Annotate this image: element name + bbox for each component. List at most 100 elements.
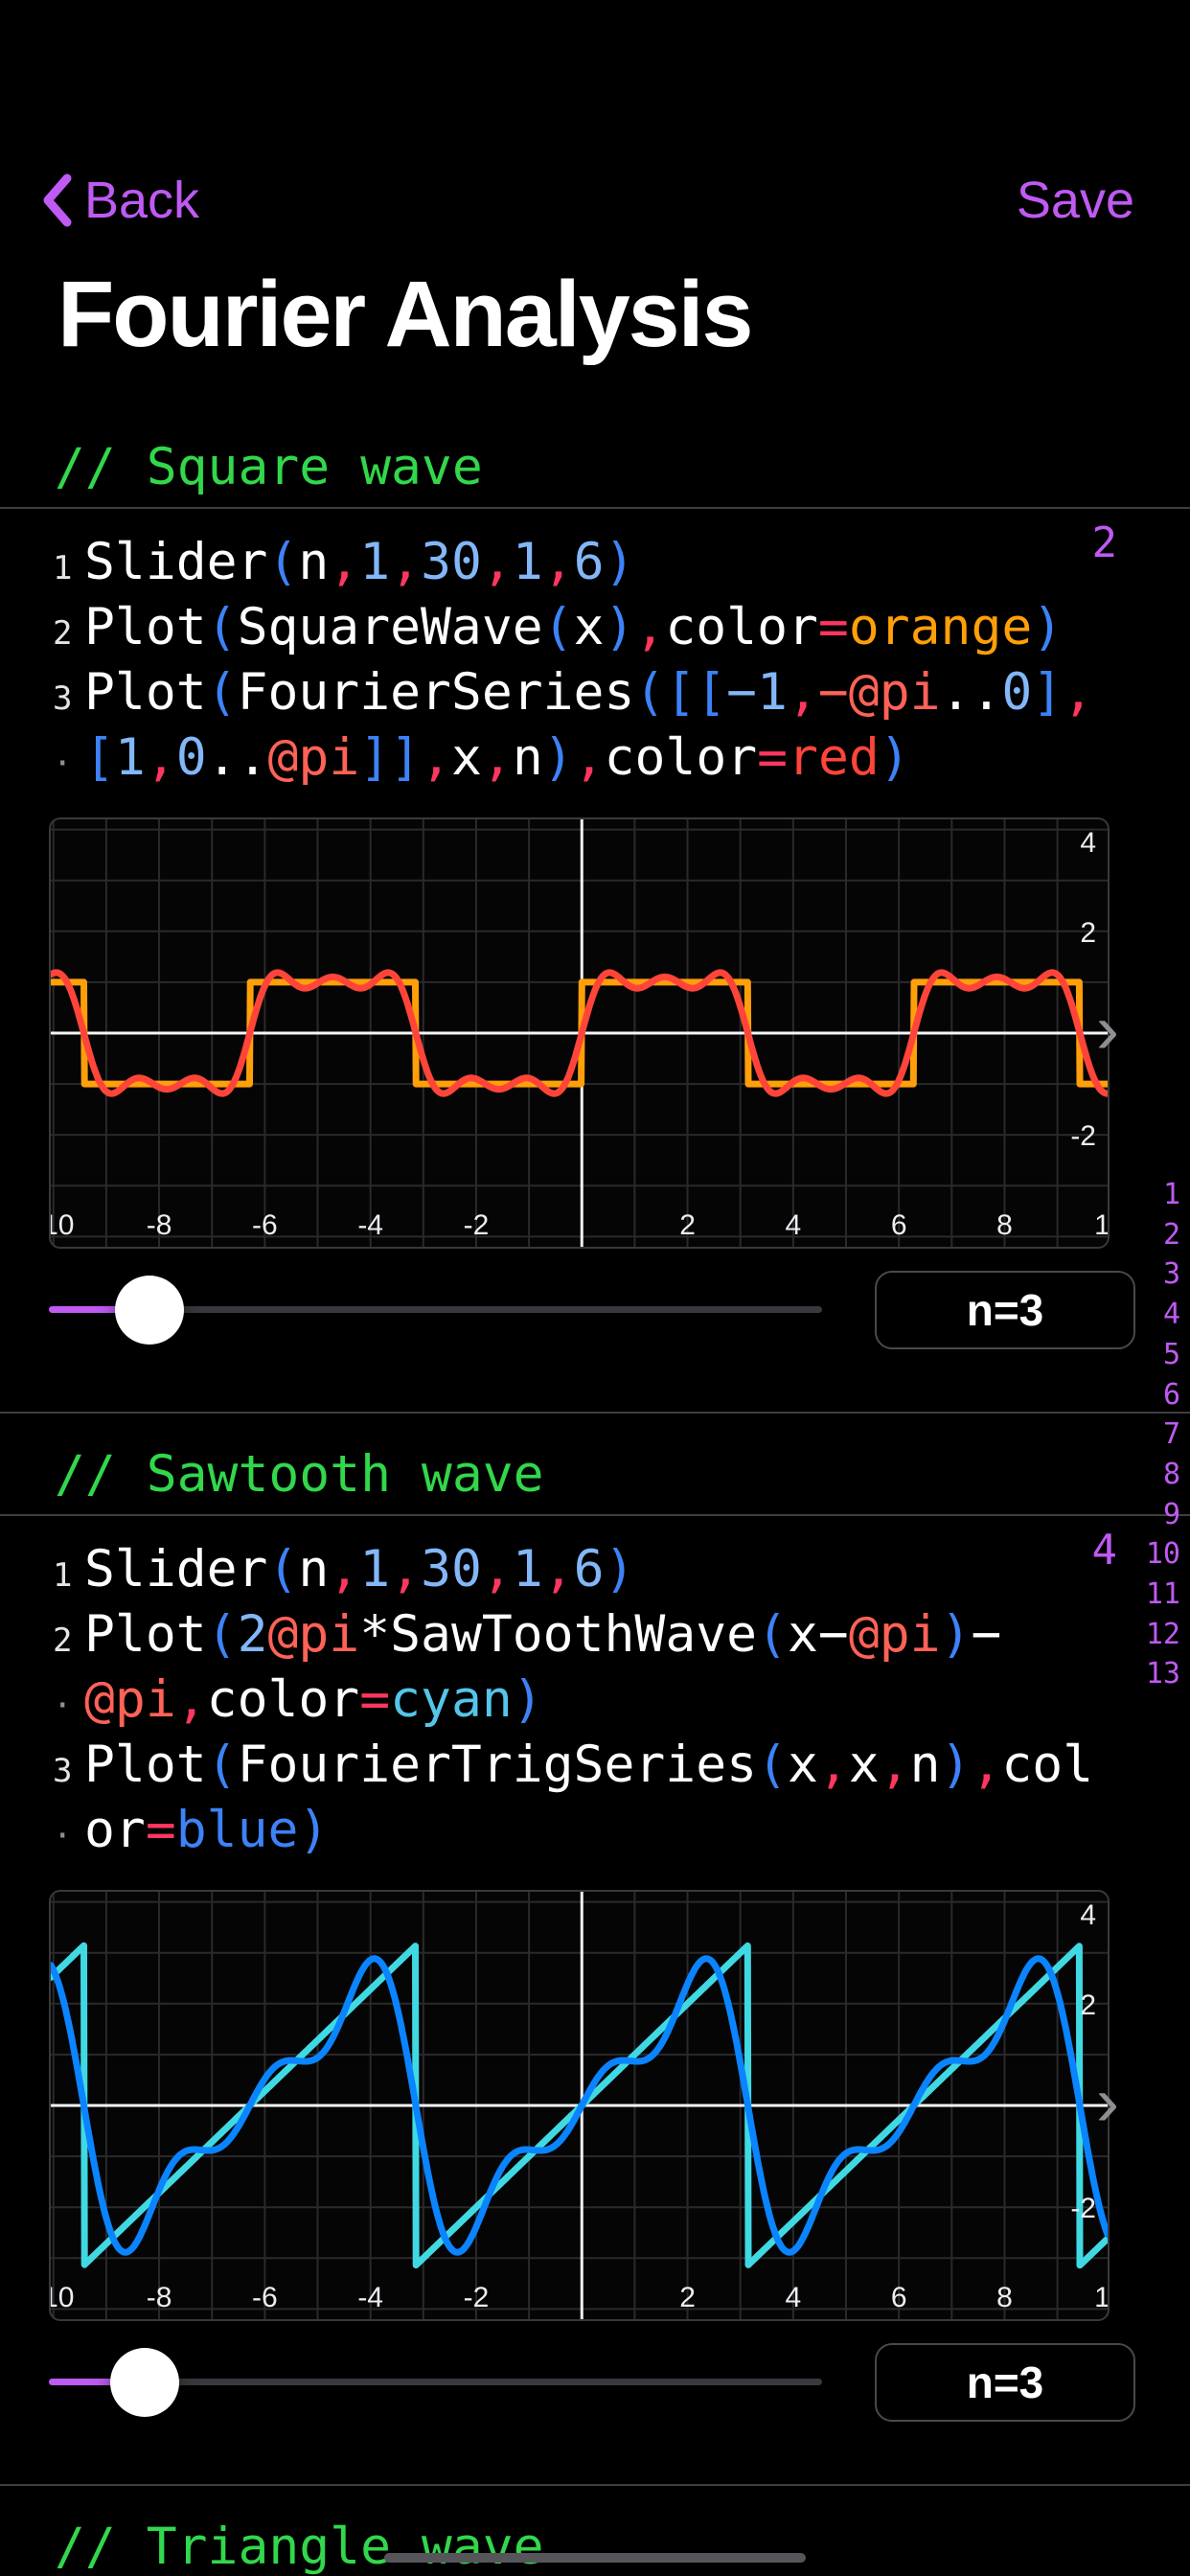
- code-token: ,: [329, 533, 360, 591]
- code-token: x: [787, 1736, 818, 1794]
- code-token: n: [512, 728, 543, 787]
- code-token: ,: [145, 728, 176, 787]
- margin-line-number: 2: [1162, 1217, 1180, 1252]
- axis-drag-handle-icon[interactable]: ›: [1096, 995, 1119, 1064]
- line-number: 3: [53, 679, 73, 718]
- svg-text:-10: -10: [51, 2282, 74, 2313]
- code-token: 0: [1001, 663, 1033, 722]
- slider-value-label: n=3: [966, 1285, 1044, 1335]
- code-token: 1: [359, 1540, 391, 1598]
- result-count-badge: 2: [1091, 518, 1118, 567]
- graph-square-wave: -10 -8 -6 -4 -2 2 4 6 8 10 4 2 -2 ›: [49, 817, 1119, 1249]
- fourier-analysis-screen: Back Save Fourier Analysis // Square wav…: [0, 0, 1190, 2576]
- result-count-badge: 4: [1091, 1526, 1118, 1575]
- code-token: ,: [390, 533, 422, 591]
- code-token: ,: [481, 1540, 513, 1598]
- code-token: 30: [421, 1540, 482, 1598]
- code-token: 1: [114, 728, 146, 787]
- code-token: ): [1032, 598, 1064, 656]
- margin-line-number: 3: [1162, 1257, 1180, 1292]
- code-line[interactable]: · @pi,color=cyan): [0, 1670, 1190, 1736]
- section-comment: // Square wave: [55, 438, 483, 496]
- back-button[interactable]: Back: [40, 171, 199, 230]
- svg-text:2: 2: [1080, 917, 1096, 949]
- code-token: ,: [421, 728, 451, 787]
- slider-thumb[interactable]: [110, 2348, 179, 2417]
- code-token: col: [1001, 1736, 1094, 1794]
- code-token: ]: [1032, 663, 1064, 722]
- slider-thumb[interactable]: [115, 1276, 184, 1345]
- slider-value-box[interactable]: n=3: [875, 2343, 1135, 2422]
- code-token: ,: [542, 1540, 574, 1598]
- code-token: (: [542, 598, 574, 656]
- code-token: −: [817, 1605, 849, 1664]
- code-token: −: [971, 1605, 1002, 1664]
- graph-sawtooth-wave: -10 -8 -6 -4 -2 2 4 6 8 10 4 2 -2 ›: [49, 1890, 1119, 2321]
- svg-text:-2: -2: [464, 1209, 490, 1241]
- code-token: ,: [542, 533, 574, 591]
- code-token: ,: [1063, 663, 1094, 722]
- save-button[interactable]: Save: [1017, 171, 1134, 230]
- code-token: n: [298, 1540, 330, 1598]
- code-line[interactable]: 3 Plot(FourierSeries([[−1,−@pi..0],: [0, 663, 1190, 728]
- margin-line-number: 5: [1162, 1337, 1180, 1371]
- code-line[interactable]: 1 Slider(n,1,30,1,6): [0, 1540, 1190, 1605]
- n-slider[interactable]: [49, 1276, 822, 1345]
- code-token: =: [757, 728, 789, 787]
- code-line[interactable]: · or=blue): [0, 1801, 1190, 1866]
- svg-text:4: 4: [1080, 827, 1096, 859]
- plot-svg: -10 -8 -6 -4 -2 2 4 6 8 10 4 2 -2: [51, 819, 1108, 1247]
- margin-line-number: 12: [1145, 1617, 1180, 1651]
- code-token: or: [84, 1801, 146, 1859]
- code-token: ,: [971, 1736, 1002, 1794]
- margin-line-number: 9: [1162, 1497, 1180, 1531]
- line-number: 1: [53, 549, 73, 587]
- code-token: ): [604, 598, 635, 656]
- code-token: 30: [421, 533, 482, 591]
- code-token: Slider: [84, 1540, 268, 1598]
- code-token: 1: [512, 1540, 543, 1598]
- section-comment: // Sawtooth wave: [55, 1445, 544, 1504]
- margin-line-number: 1: [1162, 1178, 1180, 1211]
- code-token: @pi: [84, 1670, 176, 1729]
- svg-text:-6: -6: [252, 1209, 278, 1241]
- code-token: =: [817, 598, 849, 656]
- plot-canvas-sawtooth-wave[interactable]: -10 -8 -6 -4 -2 2 4 6 8 10 4 2 -2: [49, 1890, 1110, 2321]
- code-token: (: [267, 1540, 299, 1598]
- svg-text:4: 4: [1080, 1899, 1096, 1931]
- svg-text:10: 10: [1094, 1209, 1108, 1241]
- code-line[interactable]: · [1,0..@pi]],x,n),color=red): [0, 728, 1190, 794]
- svg-text:8: 8: [996, 2282, 1013, 2313]
- code-token: (: [634, 663, 666, 722]
- code-token: (: [206, 1736, 238, 1794]
- line-number: ·: [53, 745, 73, 783]
- code-token: =: [145, 1801, 176, 1859]
- axis-drag-handle-icon[interactable]: ›: [1096, 2067, 1119, 2136]
- code-line[interactable]: 2 Plot(2@pi*SawToothWave(x−@pi)−: [0, 1605, 1190, 1670]
- n-slider[interactable]: [49, 2348, 822, 2417]
- code-token: ): [940, 1605, 972, 1664]
- home-indicator[interactable]: [384, 2553, 806, 2563]
- svg-text:-2: -2: [464, 2282, 490, 2313]
- slider-value-box[interactable]: n=3: [875, 1271, 1135, 1349]
- code-token: FourierSeries: [237, 663, 635, 722]
- code-token: n: [909, 1736, 941, 1794]
- line-number: 2: [53, 614, 73, 653]
- section-comment: // Triangle wave: [55, 2518, 544, 2576]
- line-number: 2: [53, 1622, 73, 1660]
- code-line[interactable]: 1 Slider(n,1,30,1,6): [0, 533, 1190, 598]
- section-divider: [0, 1412, 1190, 1414]
- back-chevron-icon: [40, 172, 73, 228]
- plot-svg: -10 -8 -6 -4 -2 2 4 6 8 10 4 2 -2: [51, 1892, 1108, 2319]
- code-token: =: [359, 1670, 391, 1729]
- code-token: ): [298, 1801, 330, 1859]
- plot-canvas-square-wave[interactable]: -10 -8 -6 -4 -2 2 4 6 8 10 4 2 -2: [49, 817, 1110, 1249]
- code-token: x: [787, 1605, 818, 1664]
- code-token: SawToothWave: [390, 1605, 758, 1664]
- svg-text:8: 8: [996, 1209, 1013, 1241]
- code-line[interactable]: 3 Plot(FourierTrigSeries(x,x,n),col: [0, 1736, 1190, 1801]
- right-margin-line-numbers: 1 2 3 4 5 6 7 8 9 10 11 12 13: [1146, 1175, 1180, 1694]
- section-divider: [0, 2484, 1190, 2486]
- code-token: 0: [175, 728, 207, 787]
- code-line[interactable]: 2 Plot(SquareWave(x),color=orange): [0, 598, 1190, 663]
